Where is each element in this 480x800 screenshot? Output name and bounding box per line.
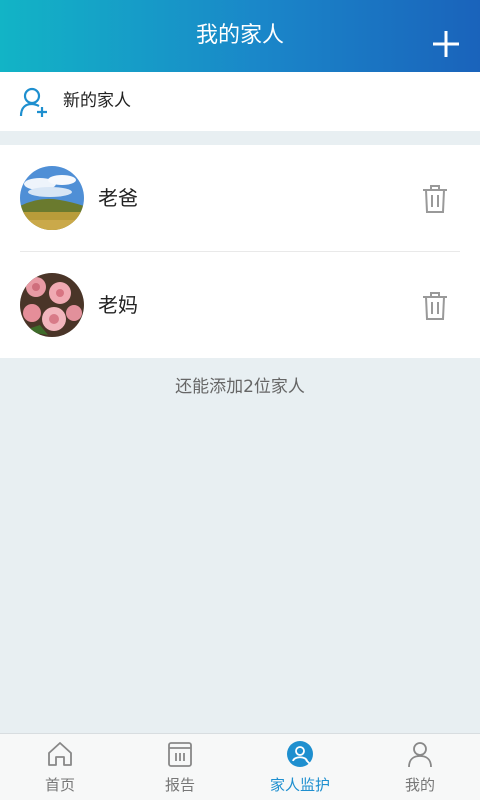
bottom-tab-bar: 首页 报告 家人监护 我的 xyxy=(0,733,480,800)
title-bar: 我的家人 xyxy=(0,0,480,72)
add-family-button[interactable] xyxy=(432,30,460,58)
report-icon xyxy=(168,742,192,767)
home-icon xyxy=(48,742,72,766)
member-name: 老爸 xyxy=(98,186,138,210)
tab-profile[interactable]: 我的 xyxy=(360,734,480,800)
profile-icon xyxy=(408,742,432,768)
avatar xyxy=(20,273,84,337)
trash-icon[interactable] xyxy=(422,184,448,214)
family-list: 老爸 老妈 xyxy=(0,145,480,358)
trash-icon[interactable] xyxy=(422,291,448,321)
family-member-item[interactable]: 老妈 xyxy=(0,252,480,358)
tab-label: 报告 xyxy=(164,776,195,794)
family-monitor-icon xyxy=(287,741,313,767)
plus-icon xyxy=(433,31,459,57)
member-name: 老妈 xyxy=(98,293,138,317)
avatar xyxy=(20,166,84,230)
tab-label: 我的 xyxy=(404,776,435,794)
family-member-item[interactable]: 老爸 xyxy=(0,145,480,252)
remaining-hint: 还能添加2位家人 xyxy=(175,377,305,397)
tab-label: 首页 xyxy=(44,776,75,794)
tab-report[interactable]: 报告 xyxy=(120,734,240,800)
new-family-row[interactable]: 新的家人 xyxy=(0,72,480,131)
tab-label: 家人监护 xyxy=(269,776,330,794)
tab-family-monitor[interactable]: 家人监护 xyxy=(240,734,360,800)
add-person-icon xyxy=(19,87,47,117)
page-title: 我的家人 xyxy=(195,23,284,48)
tab-home[interactable]: 首页 xyxy=(0,734,120,800)
new-family-label: 新的家人 xyxy=(63,91,131,111)
